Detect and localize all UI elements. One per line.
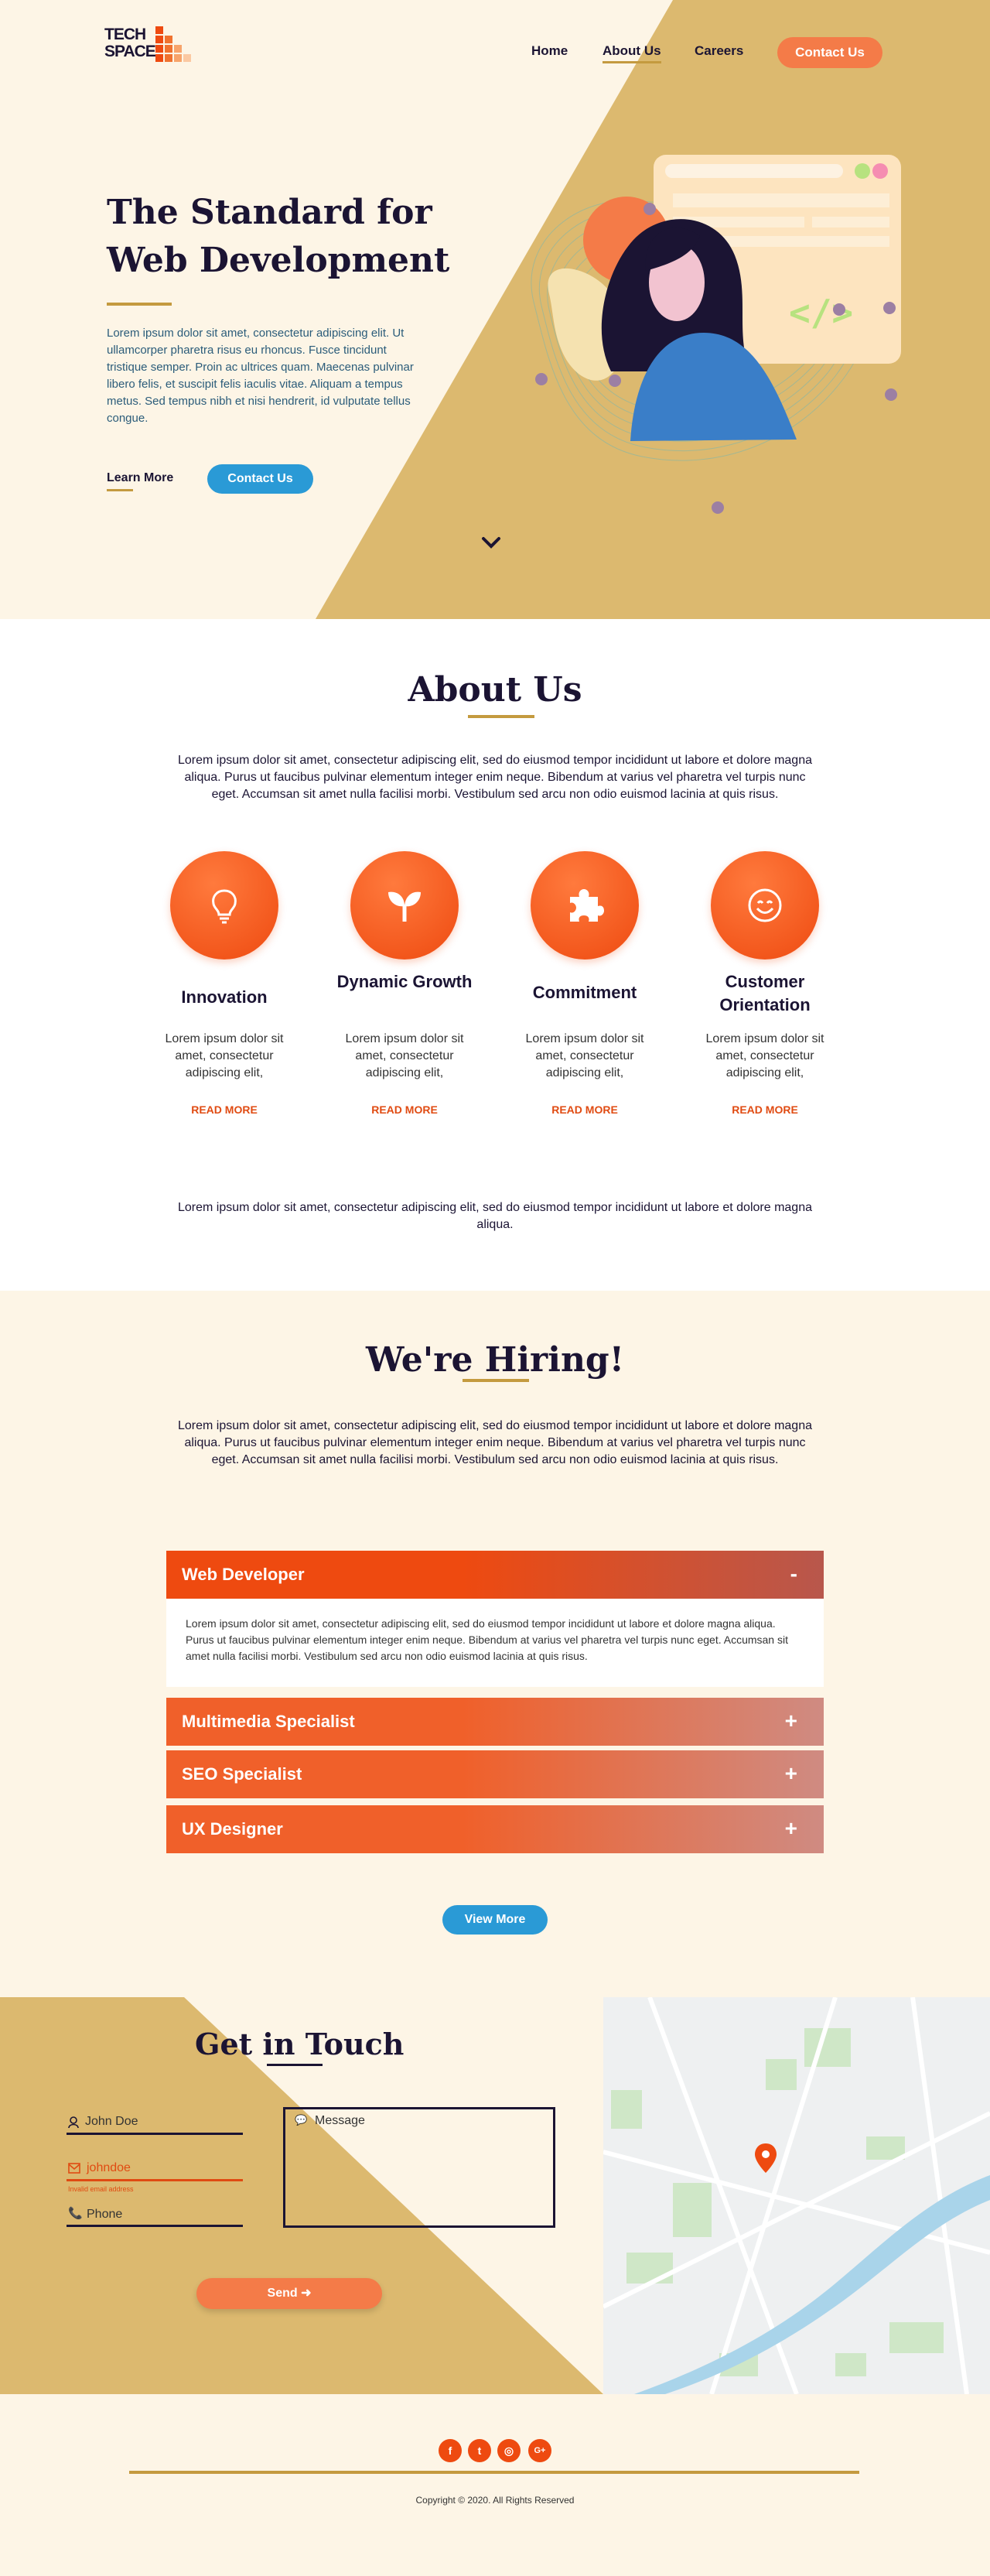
expand-icon[interactable]: + (785, 1816, 797, 1841)
footer-divider (129, 2471, 859, 2474)
job-accordion-web-developer[interactable]: Web Developer - (166, 1551, 824, 1599)
hiring-intro: Lorem ipsum dolor sit amet, consectetur … (0, 1418, 990, 1469)
mail-icon (68, 2163, 80, 2174)
read-more-link[interactable]: READ MORE (147, 1103, 302, 1116)
hiring-intro-text: Lorem ipsum dolor sit amet, consectetur … (178, 1419, 812, 1466)
logo[interactable]: TECH SPACE (104, 23, 197, 70)
logo-line2: SPACE (104, 43, 156, 60)
chevron-down-icon[interactable] (480, 531, 503, 554)
twitter-icon[interactable]: t (468, 2439, 491, 2462)
view-more-button[interactable]: View More (442, 1905, 548, 1935)
user-icon (68, 2116, 79, 2129)
lightbulb-icon (212, 889, 237, 924)
job-description: Lorem ipsum dolor sit amet, consectetur … (166, 1599, 824, 1687)
feature-circle (170, 851, 278, 960)
google-plus-icon[interactable]: G+ (528, 2439, 551, 2462)
nav-careers[interactable]: Careers (695, 43, 743, 59)
location-map[interactable] (603, 1997, 990, 2394)
contact-section: Get in Touch John Doe johndoe Invalid em… (0, 1997, 990, 2394)
read-more-link[interactable]: READ MORE (688, 1103, 842, 1116)
hiring-title-underline (463, 1379, 529, 1382)
hero-title: The Standard for Web Development (107, 189, 493, 285)
collapse-icon[interactable]: - (790, 1562, 797, 1586)
feature-text: Lorem ipsum dolor sit amet, consectetur … (345, 1032, 464, 1079)
learn-more-underline (107, 489, 133, 491)
email-error-message: Invalid email address (68, 2185, 134, 2193)
name-input[interactable]: John Doe (85, 2115, 138, 2129)
developer-illustration: </> (531, 155, 901, 514)
nav-home[interactable]: Home (531, 43, 568, 59)
hero-section: TECH SPACE Home About Us Careers Contact … (0, 0, 990, 619)
job-accordion-ux-designer[interactable]: UX Designer + (166, 1805, 824, 1853)
read-more-link[interactable]: READ MORE (507, 1103, 662, 1116)
copyright-text: Copyright © 2020. All Rights Reserved (415, 2495, 575, 2506)
hero-title-line1: The Standard for (107, 193, 432, 232)
nav-about-us[interactable]: About Us (603, 43, 661, 63)
expand-icon[interactable]: + (785, 1761, 797, 1786)
learn-more-link[interactable]: Learn More (107, 471, 173, 485)
header-contact-button[interactable]: Contact Us (777, 37, 882, 68)
logo-blocks-icon (155, 26, 191, 62)
puzzle-icon (570, 889, 604, 922)
hiring-section: We're Hiring! Lorem ipsum dolor sit amet… (0, 1291, 990, 1997)
feature-text: Lorem ipsum dolor sit amet, consectetur … (165, 1032, 284, 1079)
email-underline (67, 2179, 243, 2181)
contact-title-underline (267, 2064, 323, 2066)
feature-circle (711, 851, 819, 960)
about-title-underline (468, 715, 534, 718)
job-accordion-seo-specialist[interactable]: SEO Specialist + (166, 1750, 824, 1798)
about-title: About Us (408, 670, 582, 710)
phone-underline (67, 2225, 243, 2227)
job-accordion-multimedia-specialist[interactable]: Multimedia Specialist + (166, 1698, 824, 1746)
smiley-icon (748, 888, 782, 922)
about-section: About Us Lorem ipsum dolor sit amet, con… (0, 619, 990, 1291)
hero-description: Lorem ipsum dolor sit amet, consectetur … (107, 327, 414, 425)
sprout-icon (388, 891, 421, 922)
chat-icon: 💬 (295, 2114, 308, 2126)
facebook-icon[interactable]: f (439, 2439, 462, 2462)
footer: f t ◎ G+ Copyright © 2020. All Rights Re… (0, 2394, 990, 2576)
job-title: UX Designer (182, 1819, 283, 1839)
job-title: Multimedia Specialist (182, 1712, 355, 1731)
expand-icon[interactable]: + (785, 1709, 797, 1733)
hero-title-line2: Web Development (107, 241, 450, 280)
instagram-icon[interactable]: ◎ (497, 2439, 521, 2462)
job-title: Web Developer (182, 1565, 305, 1584)
name-underline (67, 2133, 243, 2135)
message-textarea[interactable]: 💬 Message (283, 2107, 555, 2228)
about-intro: Lorem ipsum dolor sit amet, consectetur … (0, 752, 990, 803)
hiring-title: We're Hiring! (365, 1340, 625, 1380)
feature-title: Dynamic Growth (336, 972, 473, 991)
phone-input[interactable]: Phone (87, 2208, 122, 2222)
job-title: SEO Specialist (182, 1764, 302, 1784)
feature-circle (350, 851, 459, 960)
feature-circle (531, 851, 639, 960)
feature-title: Commitment (532, 983, 637, 1002)
feature-text: Lorem ipsum dolor sit amet, consectetur … (705, 1032, 824, 1079)
hero-contact-button[interactable]: Contact Us (207, 464, 313, 494)
phone-icon: 📞 (68, 2207, 83, 2220)
about-outro-text: Lorem ipsum dolor sit amet, consectetur … (178, 1201, 812, 1231)
feature-title: Innovation (181, 987, 268, 1007)
about-intro-text: Lorem ipsum dolor sit amet, consectetur … (178, 754, 812, 801)
email-input[interactable]: johndoe (87, 2161, 131, 2175)
contact-title: Get in Touch (195, 2027, 405, 2061)
feature-title: Customer Orientation (719, 972, 811, 1014)
read-more-link[interactable]: READ MORE (327, 1103, 482, 1116)
logo-line1: TECH (104, 26, 146, 43)
feature-text: Lorem ipsum dolor sit amet, consectetur … (525, 1032, 644, 1079)
send-button[interactable]: Send ➜ (196, 2278, 382, 2309)
message-placeholder: Message (315, 2114, 365, 2127)
about-outro: Lorem ipsum dolor sit amet, consectetur … (0, 1199, 990, 1233)
hero-title-underline (107, 303, 172, 306)
